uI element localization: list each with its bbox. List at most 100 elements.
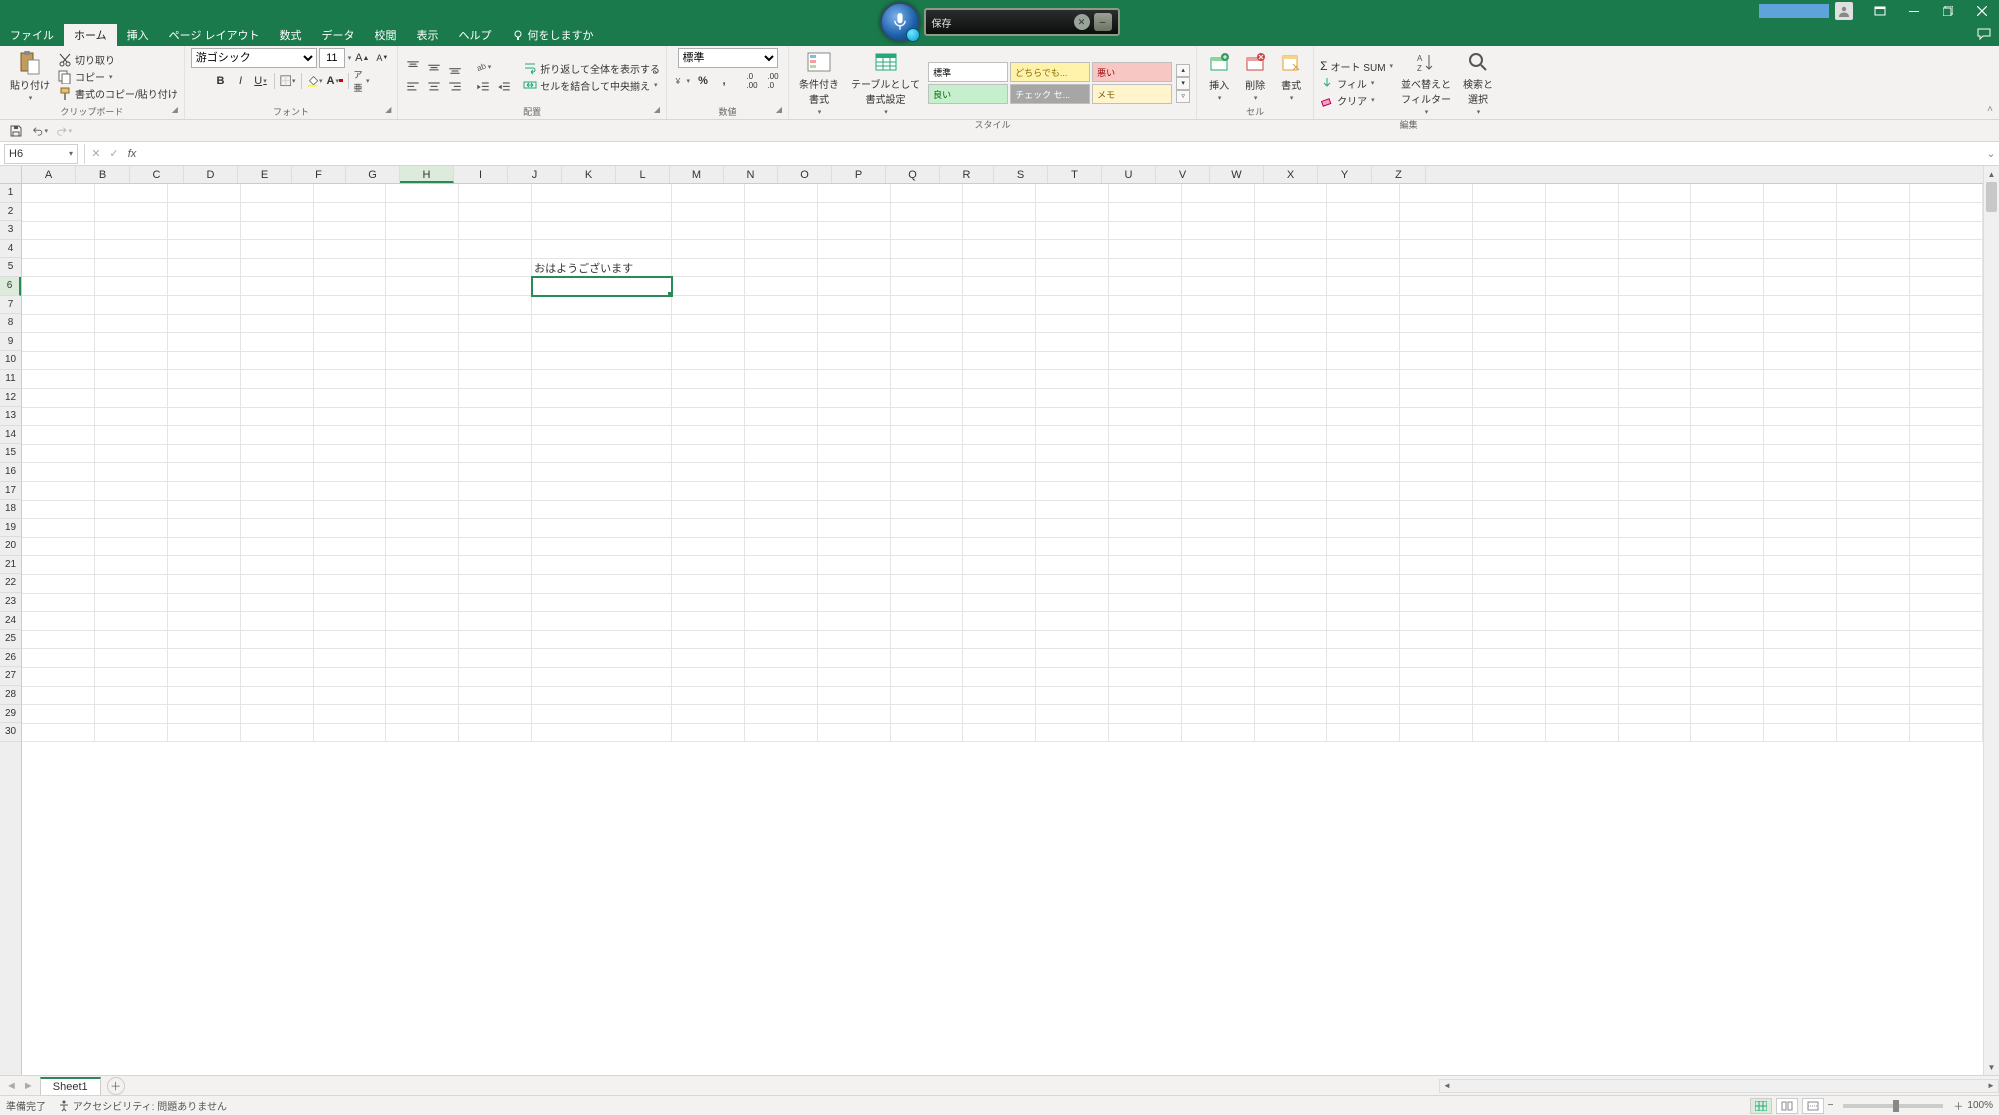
cell-T13[interactable]	[1473, 407, 1546, 426]
cell-A17[interactable]	[22, 482, 95, 501]
cell-G13[interactable]	[459, 407, 532, 426]
cell-Z20[interactable]	[1909, 537, 1982, 556]
cell-L25[interactable]	[890, 630, 963, 649]
cell-M23[interactable]	[963, 593, 1036, 612]
cell-G8[interactable]	[459, 314, 532, 333]
cell-B11[interactable]	[95, 370, 168, 389]
cell-C27[interactable]	[168, 667, 241, 686]
cell-N15[interactable]	[1036, 444, 1109, 463]
cell-X8[interactable]	[1764, 314, 1837, 333]
number-format-combo[interactable]: 標準	[678, 48, 778, 68]
cell-X21[interactable]	[1764, 556, 1837, 575]
cell-Q13[interactable]	[1254, 407, 1327, 426]
cell-V2[interactable]	[1618, 203, 1691, 222]
cell-Y21[interactable]	[1837, 556, 1910, 575]
cell-M22[interactable]	[963, 574, 1036, 593]
row-header-15[interactable]: 15	[0, 444, 21, 463]
col-header-J[interactable]: J	[508, 166, 562, 183]
cell-A16[interactable]	[22, 463, 95, 482]
cell-I27[interactable]	[672, 667, 745, 686]
cell-I5[interactable]	[672, 258, 745, 277]
cell-C7[interactable]	[168, 296, 241, 315]
cell-Y10[interactable]	[1837, 351, 1910, 370]
cell-Z14[interactable]	[1909, 426, 1982, 445]
cell-C28[interactable]	[168, 686, 241, 705]
cell-A28[interactable]	[22, 686, 95, 705]
cell-X19[interactable]	[1764, 519, 1837, 538]
cell-X13[interactable]	[1764, 407, 1837, 426]
cell-J20[interactable]	[745, 537, 818, 556]
cell-B22[interactable]	[95, 574, 168, 593]
cell-G11[interactable]	[459, 370, 532, 389]
cell-K17[interactable]	[817, 482, 890, 501]
cell-R7[interactable]	[1327, 296, 1400, 315]
cell-I2[interactable]	[672, 203, 745, 222]
cell-Z18[interactable]	[1909, 500, 1982, 519]
cell-P8[interactable]	[1181, 314, 1254, 333]
cell-R18[interactable]	[1327, 500, 1400, 519]
cell-J24[interactable]	[745, 612, 818, 631]
cell-A15[interactable]	[22, 444, 95, 463]
cell-F24[interactable]	[386, 612, 459, 631]
fill-color-button[interactable]: ▾	[306, 72, 324, 90]
cell-X30[interactable]	[1764, 723, 1837, 742]
row-header-19[interactable]: 19	[0, 519, 21, 538]
cell-T14[interactable]	[1473, 426, 1546, 445]
cell-R15[interactable]	[1327, 444, 1400, 463]
ribbon-tab-ファイル[interactable]: ファイル	[0, 24, 64, 46]
cell-H8[interactable]	[532, 314, 672, 333]
cell-C24[interactable]	[168, 612, 241, 631]
qat-redo-button[interactable]: ▾	[56, 123, 72, 139]
cell-M11[interactable]	[963, 370, 1036, 389]
cell-C9[interactable]	[168, 333, 241, 352]
cell-P12[interactable]	[1181, 389, 1254, 408]
cell-V9[interactable]	[1618, 333, 1691, 352]
row-header-17[interactable]: 17	[0, 482, 21, 501]
fill-button[interactable]: フィル▾	[1320, 76, 1393, 91]
cell-Q10[interactable]	[1254, 351, 1327, 370]
cell-C29[interactable]	[168, 705, 241, 724]
cell-O11[interactable]	[1109, 370, 1182, 389]
cell-N19[interactable]	[1036, 519, 1109, 538]
col-header-H[interactable]: H	[400, 166, 454, 183]
cell-B30[interactable]	[95, 723, 168, 742]
cell-O13[interactable]	[1109, 407, 1182, 426]
cell-E4[interactable]	[313, 240, 386, 259]
cell-N22[interactable]	[1036, 574, 1109, 593]
cell-Z11[interactable]	[1909, 370, 1982, 389]
cell-L12[interactable]	[890, 389, 963, 408]
format-painter-button[interactable]: 書式のコピー/貼り付け	[58, 86, 178, 101]
cell-K4[interactable]	[817, 240, 890, 259]
cell-O14[interactable]	[1109, 426, 1182, 445]
cell-F14[interactable]	[386, 426, 459, 445]
cell-N11[interactable]	[1036, 370, 1109, 389]
row-header-18[interactable]: 18	[0, 500, 21, 519]
cell-B23[interactable]	[95, 593, 168, 612]
cell-F26[interactable]	[386, 649, 459, 668]
cell-I18[interactable]	[672, 500, 745, 519]
cell-B27[interactable]	[95, 667, 168, 686]
cell-T19[interactable]	[1473, 519, 1546, 538]
cell-N14[interactable]	[1036, 426, 1109, 445]
cell-D8[interactable]	[240, 314, 313, 333]
cell-F4[interactable]	[386, 240, 459, 259]
col-header-C[interactable]: C	[130, 166, 184, 183]
cell-M29[interactable]	[963, 705, 1036, 724]
cell-R6[interactable]	[1327, 277, 1400, 296]
cell-H2[interactable]	[532, 203, 672, 222]
cell-A8[interactable]	[22, 314, 95, 333]
cell-U9[interactable]	[1545, 333, 1618, 352]
cell-Y15[interactable]	[1837, 444, 1910, 463]
cell-Y9[interactable]	[1837, 333, 1910, 352]
collapse-ribbon-icon[interactable]: ˄	[1987, 104, 1993, 115]
italic-button[interactable]: I	[232, 72, 250, 90]
cell-U21[interactable]	[1545, 556, 1618, 575]
cell-W27[interactable]	[1691, 667, 1764, 686]
cell-J22[interactable]	[745, 574, 818, 593]
cell-F1[interactable]	[386, 184, 459, 203]
cell-S21[interactable]	[1400, 556, 1473, 575]
cell-F28[interactable]	[386, 686, 459, 705]
cell-T16[interactable]	[1473, 463, 1546, 482]
cell-X5[interactable]	[1764, 258, 1837, 277]
cell-G22[interactable]	[459, 574, 532, 593]
